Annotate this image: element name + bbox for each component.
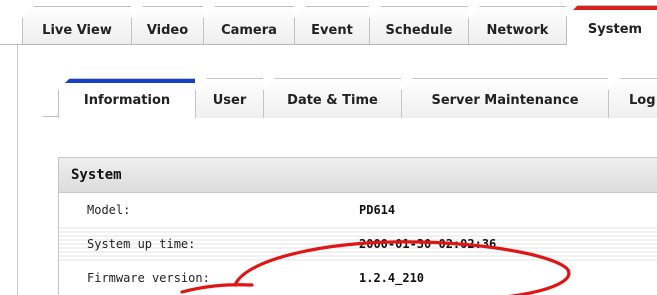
tab-label: Network (486, 23, 549, 38)
subtab-label: Date & Time (287, 93, 378, 108)
tab-camera[interactable]: Camera (203, 6, 295, 44)
active-subtab-indicator (59, 79, 195, 83)
tab-label: Camera (221, 23, 277, 38)
tab-label: Event (311, 23, 353, 38)
tab-corner (195, 78, 207, 90)
tab-corner (263, 78, 275, 90)
tab-event[interactable]: Event (294, 6, 370, 44)
tab-corner (566, 5, 578, 17)
active-tab-indicator (567, 6, 657, 10)
tab-video[interactable]: Video (131, 6, 204, 44)
tab-corner (203, 6, 215, 18)
tab-corner (131, 6, 143, 18)
tab-corner (369, 6, 381, 18)
info-value: 2000-01-30 02:02:36 (359, 237, 497, 251)
tab-live-view[interactable]: Live View (22, 6, 132, 44)
tab-label: Schedule (385, 23, 453, 38)
tab-corner (468, 6, 480, 18)
system-info-section: System Model: PD614 System up time: 2000… (58, 157, 657, 295)
info-value: 1.2.4_210 (359, 271, 425, 285)
tab-corner (608, 78, 620, 90)
subtab-server-maintenance[interactable]: Server Maintenance (401, 78, 609, 118)
tab-corner (58, 78, 70, 90)
info-key: System up time: (87, 237, 196, 251)
section-header: System (59, 157, 657, 193)
info-value: PD614 (359, 203, 396, 217)
tab-label: Video (146, 23, 189, 38)
subtab-label: Server Maintenance (431, 93, 579, 108)
subtab-label: User (212, 93, 247, 108)
subtab-user[interactable]: User (195, 78, 264, 118)
tab-system[interactable]: System (566, 5, 657, 45)
tab-corner (401, 78, 413, 90)
subtab-log[interactable]: Log (608, 78, 657, 118)
tab-label: System (587, 22, 643, 37)
tab-corner (22, 6, 34, 18)
tab-corner (294, 6, 306, 18)
subtab-label: Log (629, 93, 656, 108)
section-title: System (71, 167, 122, 183)
info-row-uptime: System up time: 2000-01-30 02:02:36 (59, 227, 657, 261)
main-tab-bar: Live View Video Camera Event Schedule Ne… (0, 0, 657, 45)
subtab-date-time[interactable]: Date & Time (263, 78, 402, 118)
tab-network[interactable]: Network (468, 6, 567, 44)
info-row-model: Model: PD614 (59, 193, 657, 227)
subtab-information[interactable]: Information (58, 78, 196, 118)
info-key: Firmware version: (87, 271, 210, 285)
tab-schedule[interactable]: Schedule (369, 6, 469, 44)
tab-label: Live View (42, 23, 112, 38)
subtab-label: Information (83, 93, 171, 108)
info-key: Model: (87, 203, 131, 217)
info-row-firmware: Firmware version: 1.2.4_210 (59, 261, 657, 295)
